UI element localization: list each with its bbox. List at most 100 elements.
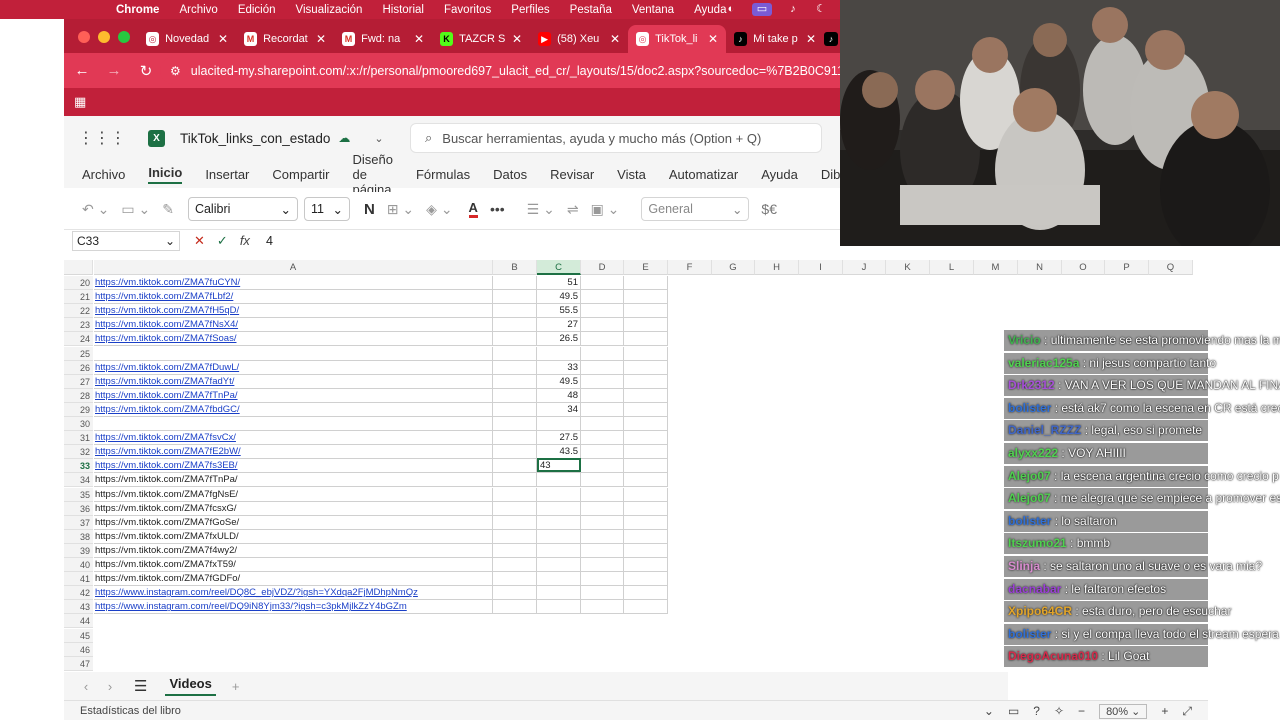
cell-e[interactable] — [624, 600, 668, 615]
cell-b[interactable] — [493, 572, 537, 587]
browser-tab-active[interactable]: ◎ TikTok_li ✕ — [628, 25, 726, 53]
browser-tab[interactable]: ♪ Mi take p ✕ — [726, 25, 824, 53]
cell-b[interactable] — [493, 388, 537, 403]
cell-a[interactable]: https://vm.tiktok.com/ZMA7fxULD/ — [94, 529, 493, 544]
cell-a[interactable]: https://vm.tiktok.com/ZMA7fNsX4/ — [94, 318, 493, 333]
cell-e[interactable] — [624, 346, 668, 361]
row-header[interactable]: 29 — [64, 402, 93, 417]
cell-b[interactable] — [493, 417, 537, 431]
cell-e[interactable] — [624, 487, 668, 502]
menu-item[interactable]: Ventana — [622, 4, 684, 16]
row-header[interactable]: 33 — [64, 459, 93, 474]
cell-b[interactable] — [493, 529, 537, 544]
row-header[interactable]: 27 — [64, 374, 93, 389]
select-all-corner[interactable] — [64, 260, 93, 275]
cell-e[interactable] — [624, 572, 668, 587]
row-header[interactable]: 31 — [64, 431, 93, 446]
cell-a[interactable]: https://vm.tiktok.com/ZMA7fLbf2/ — [94, 290, 493, 305]
cell-d[interactable] — [581, 487, 624, 502]
cell-b[interactable] — [493, 276, 537, 290]
cell-b[interactable] — [493, 346, 537, 361]
currency-format-icon[interactable]: $€ — [761, 201, 777, 217]
column-header-g[interactable]: G — [712, 260, 755, 275]
forward-icon[interactable]: → — [100, 62, 128, 79]
tab-archivo[interactable]: Archivo — [82, 167, 125, 182]
cell-d[interactable] — [581, 529, 624, 544]
column-header-f[interactable]: F — [668, 260, 712, 275]
cell-c[interactable] — [537, 417, 581, 431]
menu-item[interactable]: Historial — [372, 4, 434, 16]
row-header[interactable]: 41 — [64, 572, 93, 587]
cell-e[interactable] — [624, 501, 668, 516]
paste-icon[interactable]: ▭ ⌄ — [121, 201, 150, 218]
cell-d[interactable] — [581, 346, 624, 361]
menu-item[interactable]: Pestaña — [560, 4, 622, 16]
chevron-down-icon[interactable]: ⌄ — [984, 704, 994, 718]
cell-c[interactable]: 48 — [537, 388, 581, 403]
row-header[interactable]: 37 — [64, 515, 93, 530]
cell-c[interactable]: 33 — [537, 360, 581, 375]
active-cell-editor[interactable]: 43 — [537, 458, 581, 473]
row-header[interactable]: 43 — [64, 600, 93, 615]
tab-vista[interactable]: Vista — [617, 167, 646, 182]
cell-d[interactable] — [581, 473, 624, 488]
row-header[interactable]: 34 — [64, 473, 93, 488]
insert-function-icon[interactable]: fx — [240, 233, 250, 249]
row-header[interactable]: 21 — [64, 290, 93, 305]
cell-a[interactable]: https://vm.tiktok.com/ZMA7fGoSe/ — [94, 515, 493, 530]
cell-b[interactable] — [493, 600, 537, 615]
column-header-c[interactable]: C — [537, 260, 581, 275]
column-header-i[interactable]: I — [799, 260, 843, 275]
font-size-select[interactable]: 11 ⌄ — [303, 197, 350, 221]
cell-e[interactable] — [624, 388, 668, 403]
close-window-button[interactable] — [78, 31, 90, 43]
cell-c[interactable] — [537, 346, 581, 361]
cell-c[interactable]: 34 — [537, 402, 581, 417]
audio-icon[interactable]: ♪ — [786, 3, 800, 16]
fill-color-icon[interactable]: ◈ ⌄ — [426, 201, 452, 218]
cell-e[interactable] — [624, 402, 668, 417]
cell-a[interactable]: https://vm.tiktok.com/ZMA7fuCYN/ — [94, 276, 493, 290]
cell-e[interactable] — [624, 543, 668, 558]
row-header[interactable]: 22 — [64, 304, 93, 319]
cell-b[interactable] — [493, 318, 537, 333]
row-header[interactable]: 32 — [64, 445, 93, 460]
column-header-o[interactable]: O — [1062, 260, 1105, 275]
cell-d[interactable] — [581, 417, 624, 431]
cell-b[interactable] — [493, 402, 537, 417]
tab-insertar[interactable]: Insertar — [205, 167, 249, 182]
column-header-m[interactable]: M — [974, 260, 1018, 275]
cell-e[interactable] — [624, 431, 668, 446]
cell-a[interactable]: https://vm.tiktok.com/ZMA7fTnPa/ — [94, 473, 493, 488]
browser-tab[interactable]: ◎ Novedad ✕ — [138, 25, 236, 53]
column-header-l[interactable]: L — [930, 260, 974, 275]
column-header-b[interactable]: B — [493, 260, 537, 275]
cell-e[interactable] — [624, 515, 668, 530]
row-header[interactable]: 47 — [64, 656, 93, 671]
cell-d[interactable] — [581, 543, 624, 558]
maximize-window-button[interactable] — [118, 31, 130, 43]
tab-datos[interactable]: Datos — [493, 167, 527, 182]
dark-mode-icon[interactable]: ☾ — [814, 3, 828, 16]
row-header[interactable]: 23 — [64, 318, 93, 333]
cell-a[interactable] — [94, 346, 493, 361]
confirm-edit-icon[interactable]: ✓ — [217, 233, 228, 249]
close-tab-icon[interactable]: ✕ — [806, 32, 816, 46]
cell-b[interactable] — [493, 487, 537, 502]
cell-c[interactable]: 55.5 — [537, 304, 581, 319]
more-options-icon[interactable]: ••• — [490, 201, 505, 217]
menu-app[interactable]: Chrome — [106, 4, 169, 16]
cell-a[interactable]: https://vm.tiktok.com/ZMA7fGDFo/ — [94, 572, 493, 587]
cell-c[interactable]: 49.5 — [537, 290, 581, 305]
close-tab-icon[interactable]: ✕ — [610, 32, 620, 46]
cell-b[interactable] — [493, 558, 537, 572]
cell-c[interactable] — [537, 487, 581, 502]
cell-a[interactable]: https://vm.tiktok.com/ZMA7fadYt/ — [94, 374, 493, 389]
close-tab-icon[interactable]: ✕ — [414, 32, 424, 46]
row-header[interactable]: 35 — [64, 487, 93, 502]
column-header-q[interactable]: Q — [1149, 260, 1193, 275]
row-header[interactable]: 28 — [64, 388, 93, 403]
zoom-in-icon[interactable]: + — [1161, 704, 1168, 718]
row-header[interactable]: 45 — [64, 628, 93, 643]
cell-a[interactable] — [94, 614, 493, 628]
